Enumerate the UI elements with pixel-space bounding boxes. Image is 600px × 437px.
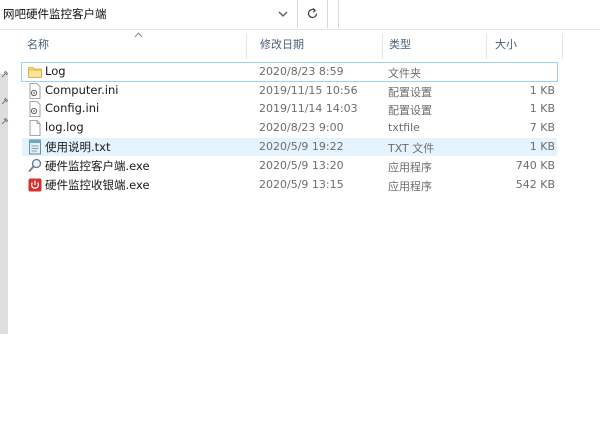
file-size: 1 KB [529,140,555,153]
folder-icon [28,67,42,78]
column-divider[interactable] [382,34,383,59]
file-name: 硬件监控客户端.exe [45,159,150,173]
file-type: 配置设置 [388,104,432,117]
file-size: 1 KB [529,84,555,97]
address-path[interactable]: 网吧硬件监控客户端 [3,6,107,22]
file-type: 配置设置 [388,86,432,99]
address-bar-row: 网吧硬件监控客户端 [0,0,600,30]
file-name: Config.ini [45,101,100,115]
pin-icon [1,117,9,125]
file-type: txtfile [388,121,420,134]
file-date: 2020/5/9 19:22 [259,140,344,153]
file-name: 硬件监控收银端.exe [45,178,150,192]
pin-icon [1,97,9,105]
file-name: log.log [45,120,84,134]
file-type: 应用程序 [388,161,432,174]
file-type: 应用程序 [388,180,432,193]
file-name: Computer.ini [45,83,119,97]
file-row-readme-txt[interactable]: 使用说明.txt 2020/5/9 19:22 TXT 文件 1 KB [22,138,557,156]
file-row-log-folder[interactable]: Log 2020/8/23 8:59 文件夹 [21,62,558,82]
column-date[interactable]: 修改日期 [260,31,304,59]
file-size: 740 KB [515,159,555,172]
blank-file-icon [29,120,41,136]
file-size: 7 KB [529,121,555,134]
refresh-button[interactable] [298,0,328,28]
file-size: 1 KB [529,102,555,115]
config-file-icon [29,83,41,99]
file-date: 2020/8/23 8:59 [259,65,344,78]
file-name: 使用说明.txt [45,140,111,154]
sort-ascending-icon [134,32,143,38]
file-date: 2020/5/9 13:20 [259,159,344,172]
config-file-icon [29,101,41,117]
file-type: TXT 文件 [388,142,435,155]
address-bar[interactable]: 网吧硬件监控客户端 [0,0,298,28]
column-size[interactable]: 大小 [495,31,517,59]
file-row-computer-ini[interactable]: Computer.ini 2019/11/15 10:56 配置设置 1 KB [22,82,557,100]
column-divider[interactable] [562,34,563,59]
red-power-app-icon [28,178,42,192]
text-file-icon [29,139,41,155]
magnifier-app-icon [28,158,42,172]
file-date: 2019/11/15 10:56 [259,84,358,97]
file-row-log-log[interactable]: log.log 2020/8/23 9:00 txtfile 7 KB [22,119,557,137]
column-name[interactable]: 名称 [27,31,49,59]
column-type[interactable]: 类型 [389,31,411,59]
column-divider[interactable] [246,34,247,59]
file-date: 2019/11/14 14:03 [259,102,358,115]
refresh-icon [307,8,318,19]
nav-scrollbar[interactable] [0,74,8,334]
file-name: Log [45,64,66,78]
file-type: 文件夹 [388,67,421,80]
file-date: 2020/5/9 13:15 [259,178,344,191]
file-date: 2020/8/23 9:00 [259,121,344,134]
column-divider[interactable] [486,34,487,59]
search-box[interactable] [338,0,600,28]
navigation-pane [0,30,10,437]
file-row-client-exe[interactable]: 硬件监控客户端.exe 2020/5/9 13:20 应用程序 740 KB [22,157,557,175]
file-row-config-ini[interactable]: Config.ini 2019/11/14 14:03 配置设置 1 KB [22,100,557,118]
column-header: 名称 修改日期 类型 大小 [10,31,600,59]
chevron-down-icon[interactable] [277,9,289,19]
file-size: 542 KB [515,178,555,191]
file-row-cashier-exe[interactable]: 硬件监控收银端.exe 2020/5/9 13:15 应用程序 542 KB [22,176,557,194]
pin-icon [1,70,9,78]
